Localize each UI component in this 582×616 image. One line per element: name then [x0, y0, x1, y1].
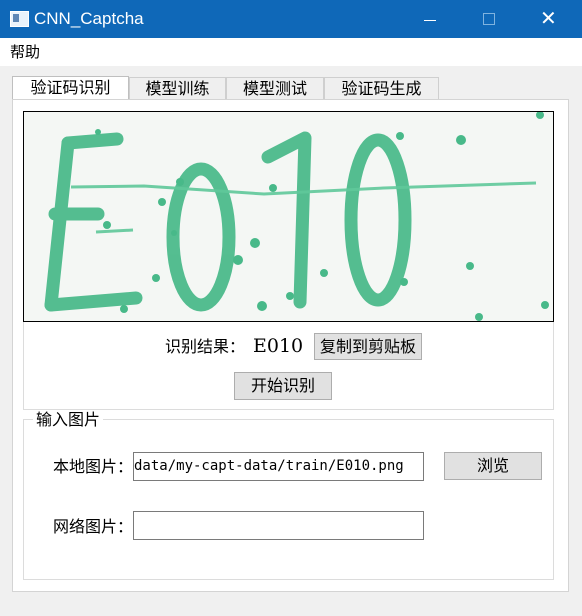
- start-recognition-button[interactable]: 开始识别: [234, 372, 332, 400]
- web-image-url-input[interactable]: [133, 511, 424, 540]
- app-window-icon: [10, 11, 29, 27]
- captcha-image: [23, 111, 554, 322]
- local-image-path-input[interactable]: data/my-capt-data/train/E010.png: [133, 452, 424, 481]
- maximize-icon: [483, 13, 495, 25]
- tab-captcha-recognition[interactable]: 验证码识别: [12, 76, 129, 100]
- window-title: CNN_Captcha: [34, 9, 144, 28]
- input-image-group: [23, 419, 554, 580]
- result-value: E010: [253, 335, 304, 357]
- minimize-icon: [424, 20, 436, 21]
- result-label: 识别结果：: [165, 337, 246, 356]
- tab-model-training[interactable]: 模型训练: [129, 77, 226, 99]
- browse-button[interactable]: 浏览: [444, 452, 542, 480]
- captcha-image-svg: [24, 112, 553, 321]
- menu-bar: 帮助: [0, 38, 582, 66]
- tab-model-testing[interactable]: 模型测试: [226, 77, 324, 99]
- web-image-label: 网络图片：: [53, 517, 134, 536]
- local-image-label: 本地图片：: [53, 457, 134, 476]
- tab-captcha-generation[interactable]: 验证码生成: [324, 77, 439, 99]
- copy-to-clipboard-button[interactable]: 复制到剪贴板: [314, 333, 422, 360]
- input-image-legend: 输入图片: [33, 410, 104, 430]
- close-icon: ✕: [540, 6, 557, 30]
- minimize-button[interactable]: [402, 0, 460, 38]
- maximize-button[interactable]: [460, 0, 518, 38]
- title-bar: CNN_Captcha ✕: [0, 0, 582, 38]
- menu-help[interactable]: 帮助: [10, 43, 40, 61]
- close-button[interactable]: ✕: [518, 0, 576, 38]
